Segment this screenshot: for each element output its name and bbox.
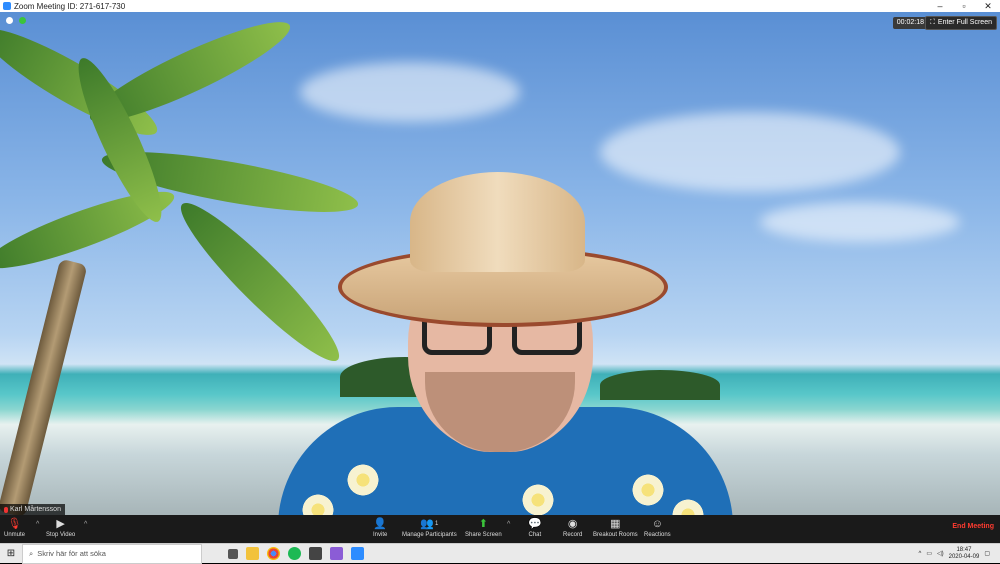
clock-date: 2020-04-09 (949, 554, 980, 561)
record-icon: ◉ (568, 516, 578, 531)
breakout-rooms-button[interactable]: ▦ Breakout Rooms (593, 516, 638, 538)
muted-microphone-icon: 🎙 (8, 516, 22, 531)
taskbar-search-input[interactable]: ⌕ Skriv här för att söka (22, 544, 202, 564)
window-controls: – ▫ ✕ (928, 0, 1000, 12)
unmute-label: Unmute (4, 532, 25, 538)
info-icon[interactable] (6, 17, 13, 24)
title-bar: Zoom Meeting ID: 271-617-730 – ▫ ✕ (0, 0, 1000, 12)
close-icon[interactable]: ✕ (976, 0, 1000, 12)
stop-video-button[interactable]: ▶ Stop Video (46, 516, 75, 538)
video-camera-icon: ▶ (56, 516, 64, 531)
meeting-timer: 00:02:18 (893, 17, 928, 29)
add-person-icon: 👤 (373, 516, 387, 531)
meeting-toolbar: 🎙 Unmute ^ ▶ Stop Video ^ 👤 Invite 👥1 Ma… (0, 515, 1000, 543)
meeting-info-icons (6, 17, 26, 24)
maximize-icon[interactable]: ▫ (952, 0, 976, 12)
unmute-button[interactable]: 🎙 Unmute (4, 516, 25, 538)
volume-icon[interactable]: ◁) (937, 550, 944, 557)
share-screen-button[interactable]: ⬆ Share Screen (465, 516, 502, 538)
zoom-logo-icon (3, 2, 11, 10)
breakout-rooms-icon: ▦ (610, 516, 620, 531)
fullscreen-icon: ⛶ (930, 16, 935, 30)
notifications-icon[interactable]: ▢ (984, 550, 990, 557)
zoom-window: Zoom Meeting ID: 271-617-730 – ▫ ✕ (0, 0, 1000, 563)
search-icon: ⌕ (29, 549, 33, 559)
fullscreen-label: Enter Full Screen (938, 16, 992, 30)
end-meeting-button[interactable]: End Meeting (952, 523, 994, 530)
invite-label: Invite (373, 532, 387, 538)
record-button[interactable]: ◉ Record (563, 516, 582, 538)
show-hidden-icons-icon[interactable]: ^ (919, 551, 922, 557)
video-feed (0, 12, 1000, 515)
search-placeholder: Skriv här för att söka (37, 549, 106, 558)
network-icon[interactable]: ▭ (926, 550, 932, 557)
system-tray: ^ ▭ ◁) 18:47 2020-04-09 ▢ (919, 547, 1000, 561)
visual-studio-icon[interactable] (330, 547, 343, 560)
share-screen-label: Share Screen (465, 532, 502, 538)
notes-icon[interactable] (309, 547, 322, 560)
zoom-app-icon[interactable] (351, 547, 364, 560)
invite-button[interactable]: 👤 Invite (373, 516, 387, 538)
reactions-button[interactable]: ☺ Reactions (644, 516, 671, 538)
share-screen-icon: ⬆ (479, 516, 488, 531)
manage-participants-label: Manage Participants (402, 532, 457, 538)
audio-options-chevron-icon[interactable]: ^ (36, 521, 39, 528)
reactions-label: Reactions (644, 532, 671, 538)
breakout-rooms-label: Breakout Rooms (593, 532, 638, 538)
task-view-icon[interactable] (228, 549, 238, 559)
share-options-chevron-icon[interactable]: ^ (507, 521, 510, 528)
participant-count-badge: 1 (435, 521, 438, 527)
window-title: Zoom Meeting ID: 271-617-730 (14, 2, 125, 11)
stop-video-label: Stop Video (46, 532, 75, 538)
participant-name: Karl Mårtensson (10, 504, 61, 515)
taskbar-clock[interactable]: 18:47 2020-04-09 (949, 547, 980, 561)
windows-taskbar: ⊞ ⌕ Skriv här för att söka ^ ▭ ◁) 18:47 … (0, 543, 1000, 563)
windows-start-icon[interactable]: ⊞ (0, 544, 22, 564)
record-label: Record (563, 532, 582, 538)
chat-label: Chat (529, 532, 542, 538)
minimize-icon[interactable]: – (928, 0, 952, 12)
participants-icon: 👥1 (420, 516, 438, 531)
taskbar-apps (228, 547, 364, 560)
participant-name-tag: Karl Mårtensson (0, 504, 65, 515)
chrome-icon[interactable] (267, 547, 280, 560)
spotify-icon[interactable] (288, 547, 301, 560)
manage-participants-button[interactable]: 👥1 Manage Participants (402, 516, 457, 538)
encryption-shield-icon[interactable] (19, 17, 26, 24)
file-explorer-icon[interactable] (246, 547, 259, 560)
muted-mic-icon (4, 507, 8, 513)
chat-button[interactable]: 💬 Chat (528, 516, 542, 538)
emoji-icon: ☺ (652, 516, 663, 531)
chat-bubble-icon: 💬 (528, 516, 542, 531)
enter-fullscreen-button[interactable]: ⛶ Enter Full Screen (925, 16, 997, 30)
clock-time: 18:47 (949, 547, 980, 554)
video-options-chevron-icon[interactable]: ^ (84, 521, 87, 528)
